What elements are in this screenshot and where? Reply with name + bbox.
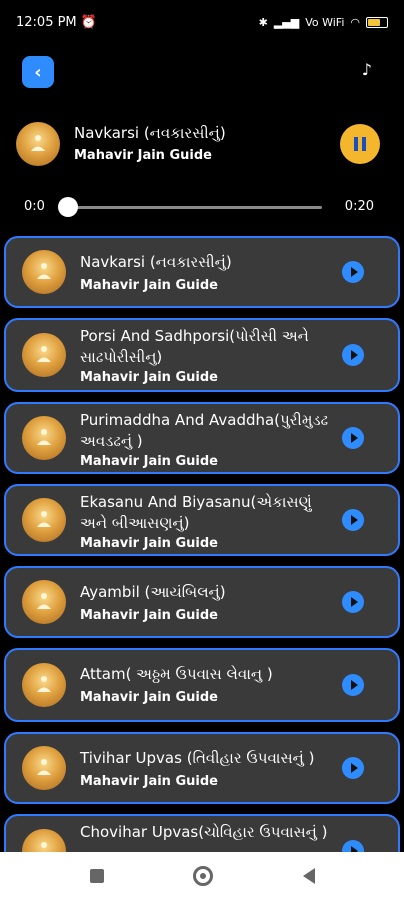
battery-icon	[366, 16, 388, 28]
play-button[interactable]	[342, 591, 364, 613]
track-title: Navkarsi (નવકારસીનું)	[80, 253, 232, 271]
track-card[interactable]: Tivihar Upvas (તિવીહાર ઉપવાસનું ) Mahavir…	[4, 732, 400, 804]
track-card[interactable]: Ayambil (આયંબિલનું) Mahavir Jain Guide	[4, 566, 400, 638]
track-subtitle: Mahavir Jain Guide	[80, 774, 218, 789]
meditation-icon	[31, 135, 45, 151]
play-button[interactable]	[342, 344, 364, 366]
wifi-icon: ◠	[350, 15, 360, 29]
track-title: Chovihar Upvas(ચોવિહાર ઉપવાસનું )	[80, 823, 328, 841]
back-button[interactable]: ‹	[22, 56, 54, 88]
status-time: 12:05 PM	[16, 14, 77, 30]
track-thumbnail	[16, 122, 60, 166]
track-thumbnail	[22, 250, 66, 294]
track-thumbnail	[22, 663, 66, 707]
play-button[interactable]	[342, 840, 364, 852]
track-card[interactable]: Attam( અઠ્ઠમ ઉપવાસ લેવાનુ ) Mahavir Jain …	[4, 648, 400, 722]
track-card[interactable]: Porsi And Sadhporsi(પોરીસી અને સાઢપોરીસી…	[4, 318, 400, 392]
track-card[interactable]: Chovihar Upvas(ચોવિહાર ઉપવાસનું )	[4, 814, 400, 852]
track-thumbnail	[22, 498, 66, 542]
track-subtitle: Mahavir Jain Guide	[80, 608, 218, 623]
track-subtitle: Mahavir Jain Guide	[80, 370, 218, 385]
seek-track[interactable]	[66, 206, 322, 209]
pause-button[interactable]	[340, 124, 380, 164]
track-thumbnail	[22, 746, 66, 790]
track-card[interactable]: Ekasanu And Biyasanu(એકાસણું અને બીઆસણનુ…	[4, 484, 400, 556]
pause-icon	[354, 137, 358, 151]
back-icon: ‹	[34, 61, 42, 83]
track-subtitle: Mahavir Jain Guide	[80, 690, 218, 705]
back-nav-icon[interactable]	[302, 868, 315, 884]
track-card[interactable]: Navkarsi (નવકારસીનું) Mahavir Jain Guide	[4, 236, 400, 308]
track-thumbnail	[22, 333, 66, 377]
alarm-icon: ⏰	[80, 14, 97, 30]
recents-icon[interactable]	[89, 869, 104, 883]
play-button[interactable]	[342, 427, 364, 449]
track-subtitle: Mahavir Jain Guide	[80, 278, 218, 293]
meditation-icon	[37, 346, 51, 362]
meditation-icon	[37, 429, 51, 445]
top-bar: ‹ ♪	[0, 50, 404, 94]
track-title: Ekasanu And Biyasanu(એકાસણું અને બીઆસણનુ…	[80, 493, 312, 532]
track-title: Porsi And Sadhporsi(પોરીસી અને સાઢપોરીસી…	[80, 327, 309, 366]
track-card[interactable]: Purimaddha And Avaddha(પુરીમુડઢ અવડઢનું …	[4, 402, 400, 474]
track-subtitle: Mahavir Jain Guide	[80, 536, 218, 551]
seek-knob[interactable]	[58, 197, 78, 217]
track-list: Navkarsi (નવકારસીનું) Mahavir Jain Guide P…	[0, 232, 404, 852]
play-button[interactable]	[342, 674, 364, 696]
track-thumbnail	[22, 580, 66, 624]
now-playing-title: Navkarsi (નવકારસીનું)	[74, 124, 226, 142]
now-playing-subtitle: Mahavir Jain Guide	[74, 148, 212, 163]
track-title: Tivihar Upvas (તિવીહાર ઉપવાસનું )	[80, 749, 315, 767]
meditation-icon	[37, 511, 51, 527]
elapsed-time: 0:0	[24, 199, 45, 214]
now-playing-panel: Navkarsi (નવકારસીનું) Mahavir Jain Guide	[0, 118, 404, 174]
track-thumbnail	[22, 829, 66, 852]
total-time: 0:20	[344, 199, 374, 214]
system-nav-bar	[0, 852, 404, 900]
meditation-icon	[37, 759, 51, 775]
track-title: Purimaddha And Avaddha(પુરીમુડઢ અવડઢનું …	[80, 411, 329, 450]
play-button[interactable]	[342, 509, 364, 531]
home-icon[interactable]	[193, 866, 213, 886]
play-button[interactable]	[342, 757, 364, 779]
status-bar: 12:05 PM ⏰ ✱ ▂▄▆ Vo WiFi ◠	[0, 0, 404, 44]
progress-bar: 0:0 0:20	[0, 193, 404, 221]
meditation-icon	[37, 263, 51, 279]
signal-icon: ▂▄▆	[273, 15, 300, 29]
meditation-icon	[41, 842, 47, 848]
track-title: Ayambil (આયંબિલનું)	[80, 583, 226, 601]
meditation-icon	[37, 593, 51, 609]
meditation-icon	[37, 676, 51, 692]
track-thumbnail	[22, 416, 66, 460]
track-title: Attam( અઠ્ઠમ ઉપવાસ લેવાનુ )	[80, 665, 273, 683]
play-button[interactable]	[342, 261, 364, 283]
pause-icon-bar	[362, 137, 366, 151]
track-subtitle: Mahavir Jain Guide	[80, 454, 218, 469]
music-note-icon[interactable]: ♪	[362, 60, 372, 79]
bluetooth-icon: ✱	[258, 15, 268, 29]
network-label: Vo WiFi	[305, 15, 345, 29]
